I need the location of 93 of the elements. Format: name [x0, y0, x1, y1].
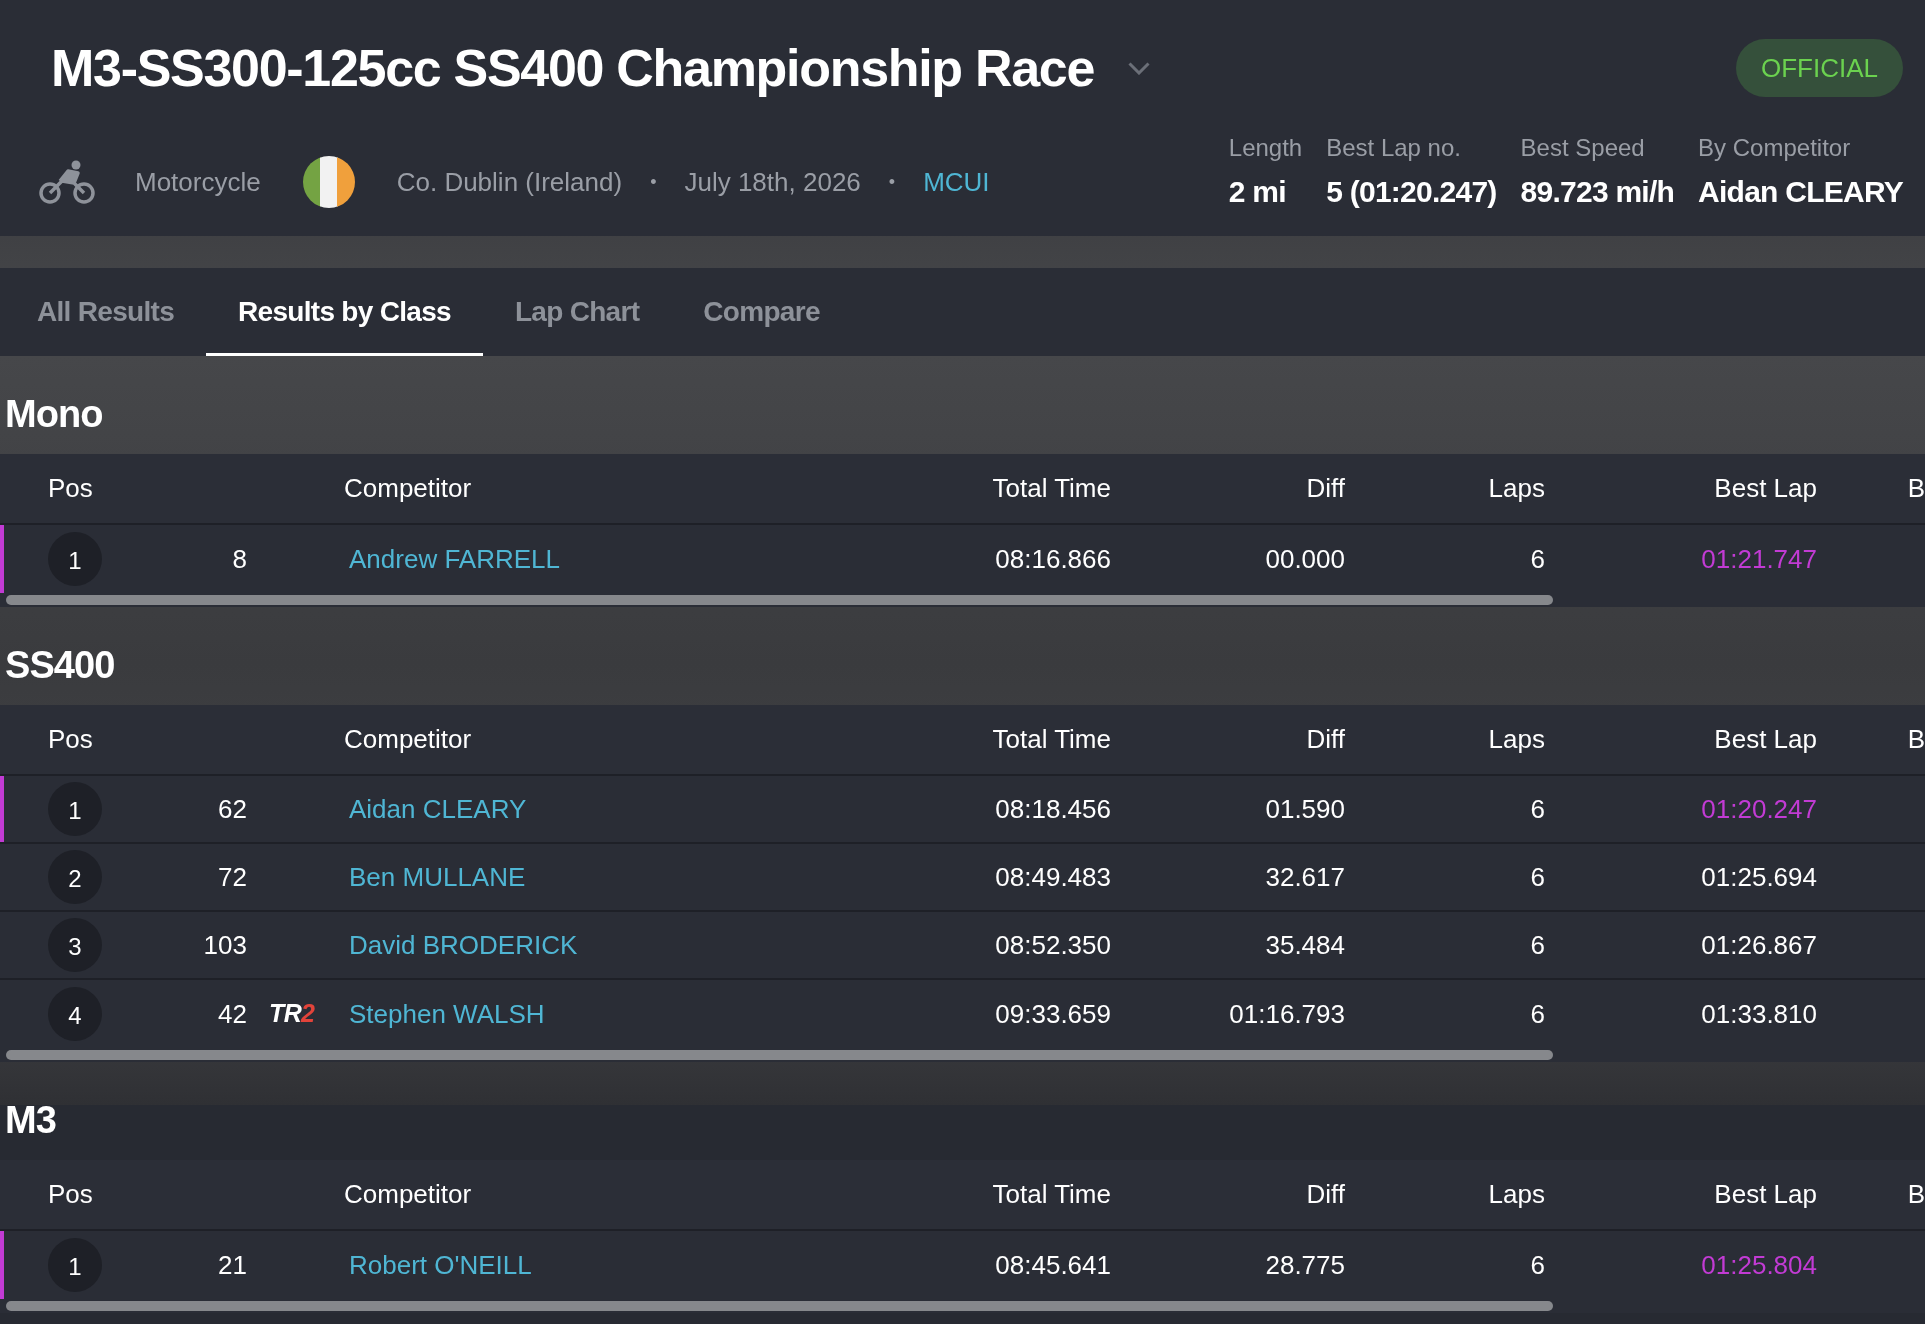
race-number: 21 [218, 1248, 247, 1282]
stat-value: 2 mi [1228, 174, 1287, 210]
best-lap-time: 01:25.694 [1701, 860, 1817, 894]
horizontal-scrollbar[interactable] [6, 1301, 1553, 1311]
best-lap-time: 01:33.810 [1701, 997, 1817, 1031]
laps-count: 6 [1530, 542, 1545, 576]
diff-time: 28.775 [1265, 1248, 1345, 1282]
column-header: Pos [48, 472, 93, 505]
competitor-link[interactable]: Robert O'NEILL [349, 1245, 532, 1285]
tricolor-flag-icon [302, 156, 355, 208]
tab[interactable]: Results by Class [206, 268, 483, 356]
position-badge: 1 [48, 782, 102, 836]
motorcycle-rider-icon [38, 159, 96, 205]
rider-tag: TR2 [269, 995, 315, 1033]
best-lap-time: 01:20.247 [1701, 792, 1817, 826]
total-time: 08:52.350 [995, 928, 1111, 962]
class-heading: Mono [5, 392, 103, 436]
total-time: 09:33.659 [995, 997, 1111, 1031]
column-header: Competitor [344, 1178, 472, 1211]
separator-dot: • [888, 170, 896, 194]
class-heading: SS400 [5, 643, 115, 687]
diff-time: 32.617 [1265, 860, 1345, 894]
diff-time: 00.000 [1265, 542, 1345, 576]
race-number: 8 [232, 542, 247, 576]
column-header: Best Lap [1714, 472, 1817, 505]
tab[interactable]: All Results [5, 268, 206, 356]
position-badge: 2 [48, 850, 102, 904]
position-badge: 1 [48, 532, 102, 586]
competitor-link[interactable]: Ben MULLANE [349, 857, 526, 897]
stat-value: Aidan CLEARY [1698, 174, 1903, 210]
stat-label: Length [1228, 134, 1303, 162]
column-header: B [1907, 1178, 1925, 1211]
column-header: Total Time [992, 723, 1111, 756]
race-number: 103 [203, 928, 247, 962]
chevron-down-icon[interactable] [1128, 61, 1151, 75]
column-header: Laps [1488, 472, 1545, 505]
meta-text: Co. Dublin (Ireland) [396, 165, 623, 199]
total-time: 08:16.866 [995, 542, 1111, 576]
column-header: Pos [48, 723, 93, 756]
tab[interactable]: Compare [671, 268, 852, 356]
diff-time: 01.590 [1265, 792, 1345, 826]
column-header: Best Lap [1714, 1178, 1817, 1211]
column-header: Competitor [344, 472, 472, 505]
total-time: 08:49.483 [995, 860, 1111, 894]
diff-time: 01:16.793 [1229, 997, 1345, 1031]
column-header: Pos [48, 1178, 93, 1211]
position-badge: 3 [48, 918, 102, 972]
stat-label: Best Lap no. [1326, 134, 1462, 162]
position-badge: 4 [48, 987, 102, 1041]
meta-text: July 18th, 2026 [684, 165, 861, 199]
diff-time: 35.484 [1265, 928, 1345, 962]
stat-label: By Competitor [1698, 134, 1852, 162]
stat-value: 89.723 mi/h [1520, 174, 1675, 210]
separator-dot: • [650, 170, 657, 194]
competitor-link[interactable]: Aidan CLEARY [349, 789, 527, 829]
laps-count: 6 [1530, 928, 1545, 962]
total-time: 08:18.456 [995, 792, 1111, 826]
competitor-link[interactable]: Stephen WALSH [349, 994, 545, 1034]
best-lap-time: 01:26.867 [1701, 928, 1817, 962]
status-badge: OFFICIAL [1736, 39, 1903, 97]
horizontal-scrollbar[interactable] [6, 1050, 1553, 1060]
laps-count: 6 [1530, 997, 1545, 1031]
class-heading: M3 [5, 1098, 56, 1142]
race-number: 62 [218, 792, 247, 826]
race-number: 42 [218, 997, 247, 1031]
column-header: Laps [1488, 1178, 1545, 1211]
column-header: Laps [1488, 723, 1545, 756]
stat-label: Best Speed [1520, 134, 1646, 162]
competitor-link[interactable]: Andrew FARRELL [349, 539, 560, 579]
best-lap-time: 01:21.747 [1701, 542, 1817, 576]
tab[interactable]: Lap Chart [482, 268, 672, 356]
race-title: M3-SS300-125cc SS400 Championship Race [51, 38, 1095, 98]
organizer-link[interactable]: MCUI [923, 162, 990, 202]
laps-count: 6 [1530, 1248, 1545, 1282]
column-header: Total Time [992, 472, 1111, 505]
column-header: Competitor [344, 723, 472, 756]
column-header: B [1907, 723, 1925, 756]
position-badge: 1 [48, 1238, 102, 1292]
laps-count: 6 [1530, 792, 1545, 826]
competitor-link[interactable]: David BRODERICK [349, 925, 578, 965]
column-header: Diff [1306, 1178, 1345, 1211]
laps-count: 6 [1530, 860, 1545, 894]
column-header: Total Time [992, 1178, 1111, 1211]
total-time: 08:45.641 [995, 1248, 1111, 1282]
stat-value: 5 (01:20.247) [1326, 174, 1497, 210]
column-header: B [1907, 472, 1925, 505]
column-header: Diff [1306, 723, 1345, 756]
column-header: Diff [1306, 472, 1345, 505]
horizontal-scrollbar[interactable] [6, 595, 1553, 605]
column-header: Best Lap [1714, 723, 1817, 756]
best-lap-time: 01:25.804 [1701, 1248, 1817, 1282]
sport-label: Motorcycle [135, 165, 261, 199]
race-number: 72 [218, 860, 247, 894]
